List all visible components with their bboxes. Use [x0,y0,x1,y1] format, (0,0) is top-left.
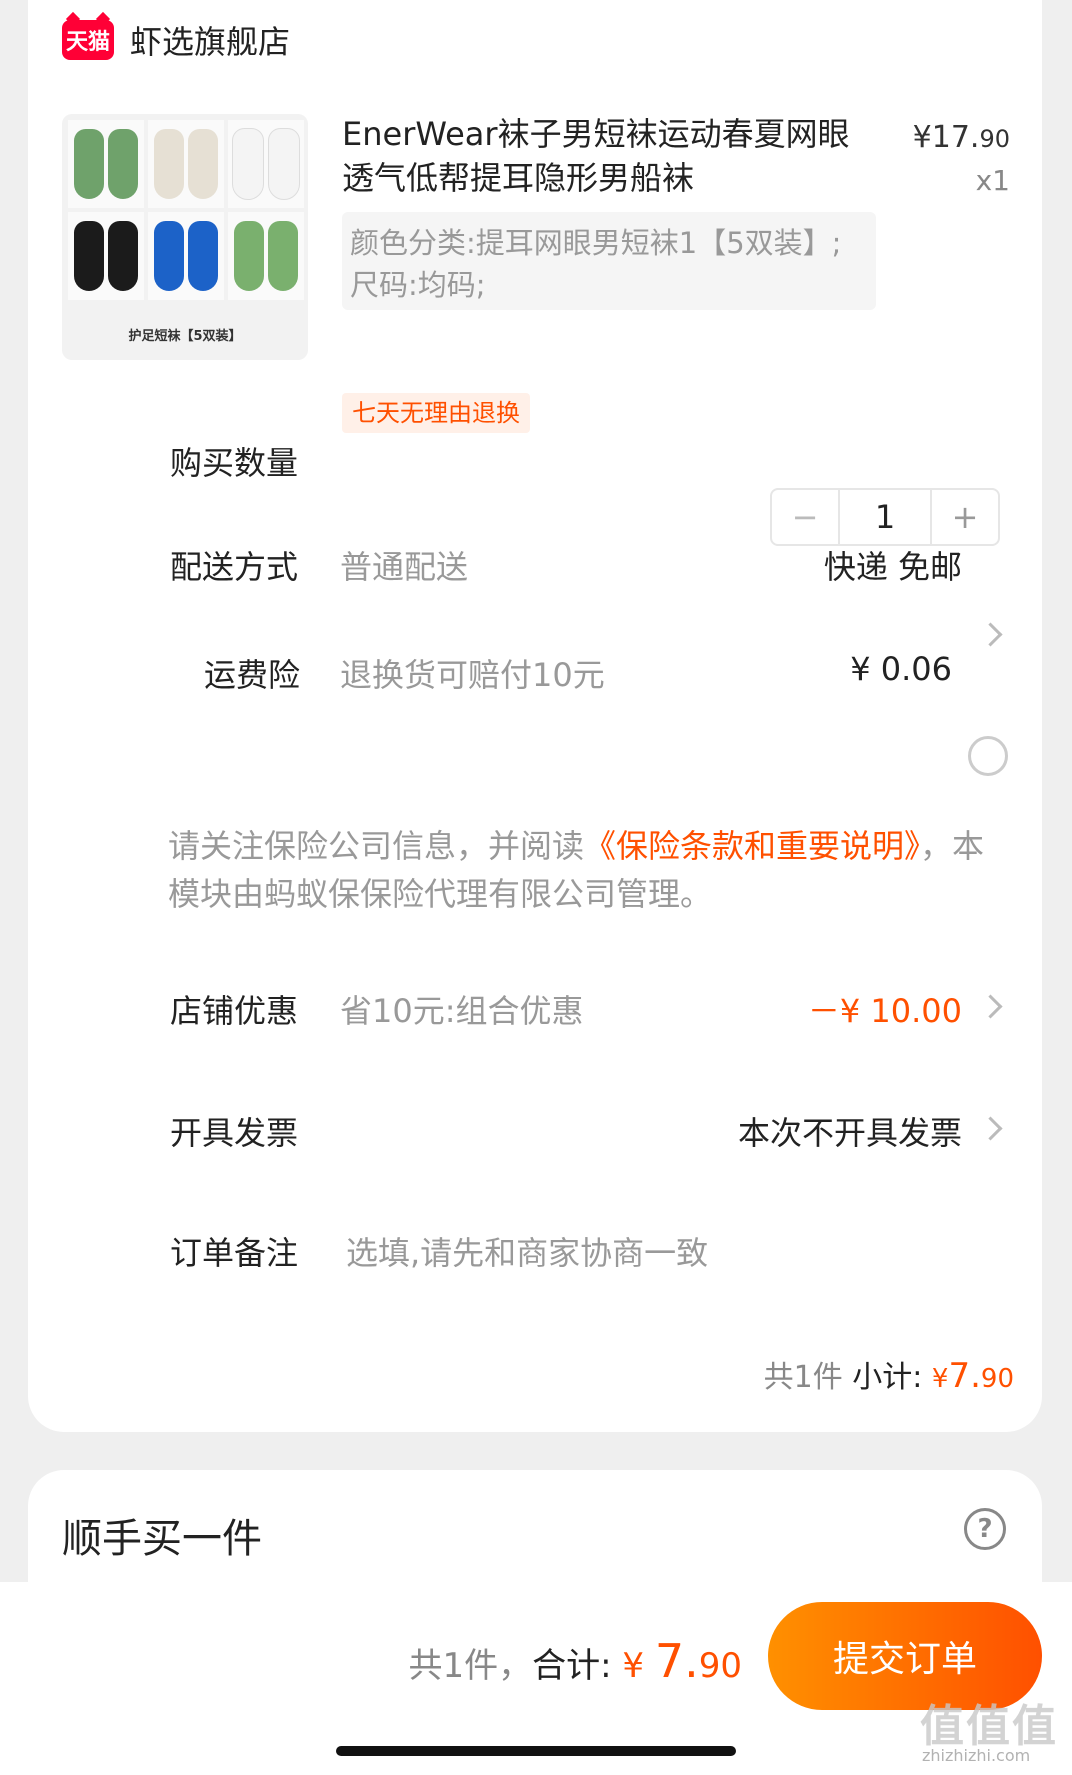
sock-shape [188,129,218,199]
sock-shape [74,221,104,291]
total-label: 合计: [532,1646,623,1686]
total-currency: ¥ [622,1646,655,1686]
total-amount: ¥ 7.90 [622,1634,742,1688]
subtotal-count: 共1件 [763,1360,843,1395]
subtotal-cents: 90 [980,1364,1014,1394]
quantity-stepper: − 1 + [770,488,1000,546]
sock-shape [234,221,264,291]
sock-shape [154,129,184,199]
insurance-description: 退换货可赔付10元 [340,656,605,694]
total-amount-cents: 90 [698,1646,742,1686]
sock-swatch [148,212,224,300]
sock-shape [108,129,138,199]
total-count: 共1件， [408,1646,533,1686]
sock-swatch [68,120,144,208]
shipping-label: 配送方式 [170,548,299,586]
insurance-label: 运费险 [204,656,301,694]
product-image-grid [68,120,304,300]
insurance-notice-text: 请关注保险公司信息，并阅读 [168,827,585,865]
sock-shape [268,128,300,200]
sock-shape [232,128,264,200]
tmall-logo: 天猫 [62,20,114,60]
sock-swatch [148,120,224,208]
quantity-label: 购买数量 [170,444,299,482]
discount-value[interactable]: －¥ 10.00 [808,986,962,1032]
quantity-input[interactable]: 1 [838,490,932,544]
sock-shape [74,129,104,199]
quantity-increment-button[interactable]: + [932,490,998,544]
subtotal-currency: ¥ [931,1364,949,1394]
discount-description: 省10元:组合优惠 [340,992,584,1030]
sock-swatch [228,120,304,208]
shop-name: 虾选旗舰店 [130,23,291,61]
total-amount-main: 7. [654,1634,699,1688]
insurance-terms-link[interactable]: 《保险条款和重要说明》 [584,827,920,865]
subtotal: 共1件 小计: ¥7.90 [764,1352,1014,1396]
shop-header[interactable]: 天猫 虾选旗舰店 [62,18,290,62]
sock-shape [154,221,184,291]
product-price: ¥17.90 [913,120,1010,155]
home-indicator[interactable] [336,1746,736,1756]
return-policy-badge: 七天无理由退换 [342,393,530,433]
insurance-notice: 请关注保险公司信息，并阅读《保险条款和重要说明》，本模块由蚂蚁保保险代理有限公司… [168,822,1008,918]
subtotal-amount: 7. [948,1356,981,1396]
remark-label: 订单备注 [170,1234,299,1272]
help-icon[interactable]: ? [964,1508,1006,1550]
product-image-caption: 护足短袜【5双装】 [128,329,242,344]
sock-shape [188,221,218,291]
product-sku[interactable]: 颜色分类:提耳网眼男短袜1【5双装】;尺码:均码; [342,212,876,310]
shipping-method: 普通配送 [340,548,469,586]
quantity-decrement-button[interactable]: − [772,490,838,544]
product-price-cents: 90 [979,125,1010,153]
sock-shape [108,221,138,291]
remark-input[interactable]: 选填,请先和商家协商一致 [346,1228,708,1274]
shipping-value[interactable]: 快递 免邮 [824,542,962,588]
watermark-url: zhizhizhi.com [922,1746,1031,1765]
subtotal-label: 小计: [842,1360,932,1395]
product-quantity: x1 [975,164,1010,197]
product-image[interactable]: 护足短袜【5双装】 [62,114,308,360]
watermark: 值值值 [920,1701,1058,1752]
insurance-radio[interactable] [968,736,1008,776]
product-title[interactable]: EnerWear袜子男短袜运动春夏网眼透气低帮提耳隐形男船袜 [342,112,872,200]
sock-swatch [228,212,304,300]
product-price-main: ¥17. [912,120,980,155]
invoice-label: 开具发票 [170,1114,299,1152]
add-on-title: 顺手买一件 [62,1516,262,1562]
sock-swatch [68,212,144,300]
total-summary: 共1件，合计: ¥ 7.90 [408,1634,742,1688]
sock-shape [268,221,298,291]
discount-label: 店铺优惠 [170,992,299,1030]
insurance-price: ¥ 0.06 [850,650,952,688]
invoice-value[interactable]: 本次不开具发票 [738,1108,962,1154]
